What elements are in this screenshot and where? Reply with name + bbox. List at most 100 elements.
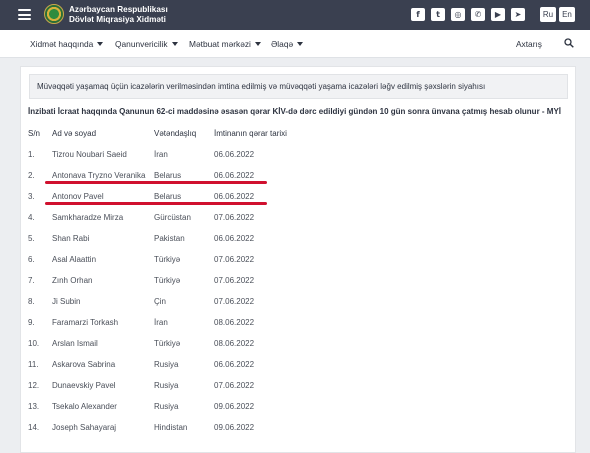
table-row: 9. Faramarzi Torkash İran 08.06.2022 (21, 312, 577, 333)
row-name: Zınh Orhan (52, 276, 93, 285)
lang-ru-button[interactable]: Ru (540, 7, 556, 22)
telegram-icon[interactable]: ➤ (511, 8, 525, 21)
row-name: Ji Subin (52, 297, 81, 306)
row-date: 09.06.2022 (214, 423, 255, 432)
row-date: 08.06.2022 (214, 339, 255, 348)
table-row: 7. Zınh Orhan Türkiyə 07.06.2022 (21, 270, 577, 291)
row-name: Samkharadze Mirza (52, 213, 124, 222)
notice-banner: Müvəqqəti yaşamaq üçün icazələrin verilm… (29, 74, 568, 99)
lang-en-button[interactable]: En (559, 7, 575, 22)
row-date: 07.06.2022 (214, 297, 255, 306)
menu-icon[interactable] (18, 9, 31, 20)
main-nav: Xidmət haqqında Qanunvericilik Mətbuat m… (0, 30, 590, 58)
row-citizenship: Türkiyə (154, 255, 181, 264)
table-row: 5. Shan Rabi Pakistan 06.06.2022 (21, 228, 577, 249)
row-name: Tsekalo Alexander (52, 402, 117, 411)
nav-label: Xidmət haqqında (30, 39, 94, 49)
row-name: Askarova Sabrina (52, 360, 116, 369)
row-name: Shan Rabi (52, 234, 90, 243)
nav-item-press[interactable]: Mətbuat mərkəzi (189, 39, 261, 49)
search-link[interactable]: Axtarış (516, 39, 542, 49)
search-icon[interactable] (564, 38, 574, 48)
column-header-date: İmtinanın qərar tarixi (214, 129, 287, 138)
row-name: Dunaevskiy Pavel (52, 381, 116, 390)
nav-label: Qanunvericilik (115, 39, 168, 49)
table-row: 1. Tizrou Noubari Saeid İran 06.06.2022 (21, 144, 577, 165)
row-citizenship: İran (154, 318, 168, 327)
row-citizenship: Çin (154, 297, 167, 306)
top-bar: Azərbaycan Respublikası Dövlət Miqrasiya… (0, 0, 590, 30)
row-date: 07.06.2022 (214, 213, 255, 222)
table-row: 14. Joseph Sahayaraj Hindistan 09.06.2022 (21, 417, 577, 438)
nav-item-legislation[interactable]: Qanunvericilik (115, 39, 178, 49)
table-row: 4. Samkharadze Mirza Gürcüstan 07.06.2022 (21, 207, 577, 228)
row-citizenship: Rusiya (154, 402, 179, 411)
emblem-logo[interactable] (44, 4, 64, 24)
row-name: Arslan Ismail (52, 339, 98, 348)
table-row: 11. Askarova Sabrina Rusiya 06.06.2022 (21, 354, 577, 375)
row-citizenship: Türkiyə (154, 276, 181, 285)
chevron-down-icon (97, 42, 104, 46)
twitter-icon[interactable]: t (431, 8, 445, 21)
column-header-name: Ad və soyad (52, 129, 97, 138)
legal-note: İnzibati İcraat haqqında Qanunun 62-ci m… (28, 107, 562, 116)
row-number: 3. (28, 192, 35, 201)
row-number: 13. (28, 402, 40, 411)
row-name: Joseph Sahayaraj (52, 423, 117, 432)
table-row: 8. Ji Subin Çin 07.06.2022 (21, 291, 577, 312)
whatsapp-icon[interactable]: ✆ (471, 8, 485, 21)
row-number: 11. (28, 360, 39, 369)
row-date: 07.06.2022 (214, 381, 255, 390)
nav-label: Mətbuat mərkəzi (189, 39, 251, 49)
brand-line-1: Azərbaycan Respublikası (69, 5, 168, 14)
row-number: 5. (28, 234, 35, 243)
highlight-underline (45, 181, 267, 184)
row-citizenship: İran (154, 150, 168, 159)
instagram-icon[interactable]: ◎ (451, 8, 465, 21)
row-number: 12. (28, 381, 40, 390)
youtube-icon[interactable]: ▶ (491, 8, 505, 21)
row-number: 7. (28, 276, 35, 285)
table-row: 12. Dunaevskiy Pavel Rusiya 07.06.2022 (21, 375, 577, 396)
column-header-citizenship: Vətəndaşlıq (154, 129, 197, 138)
nav-label: Əlaqə (271, 39, 294, 49)
row-number: 2. (28, 171, 35, 180)
row-name: Asal Alaattin (52, 255, 97, 264)
table-row: 10. Arslan Ismail Türkiyə 08.06.2022 (21, 333, 577, 354)
row-date: 06.06.2022 (214, 150, 255, 159)
nav-item-about[interactable]: Xidmət haqqında (30, 39, 104, 49)
row-number: 9. (28, 318, 35, 327)
row-date: 07.06.2022 (214, 255, 255, 264)
row-date: 09.06.2022 (214, 402, 255, 411)
content-card: Müvəqqəti yaşamaq üçün icazələrin verilm… (20, 66, 576, 453)
row-name: Tizrou Noubari Saeid (52, 150, 127, 159)
column-header-number: S/n (28, 129, 41, 138)
brand-title[interactable]: Azərbaycan Respublikası Dövlət Miqrasiya… (69, 5, 168, 25)
row-number: 1. (28, 150, 35, 159)
row-citizenship: Rusiya (154, 360, 179, 369)
nav-item-contact[interactable]: Əlaqə (271, 39, 304, 49)
chevron-down-icon (254, 42, 261, 46)
highlight-underline (45, 202, 267, 205)
row-number: 8. (28, 297, 35, 306)
row-number: 14. (28, 423, 40, 432)
row-number: 10. (28, 339, 40, 348)
row-number: 4. (28, 213, 35, 222)
facebook-icon[interactable]: f (411, 8, 425, 21)
row-date: 08.06.2022 (214, 318, 255, 327)
brand-line-2: Dövlət Miqrasiya Xidməti (69, 15, 166, 24)
row-date: 07.06.2022 (214, 276, 255, 285)
table-row: 3. Antonov Pavel Belarus 06.06.2022 (21, 186, 577, 207)
table-row: 2. Antonava Tryzno Veranika Belarus 06.06.2… (21, 165, 577, 186)
chevron-down-icon (297, 42, 304, 46)
row-number: 6. (28, 255, 35, 264)
table-row: 13. Tsekalo Alexander Rusiya 09.06.2022 (21, 396, 577, 417)
chevron-down-icon (171, 42, 178, 46)
table-row: 6. Asal Alaattin Türkiyə 07.06.2022 (21, 249, 577, 270)
row-citizenship: Gürcüstan (154, 213, 191, 222)
row-citizenship: Hindistan (154, 423, 188, 432)
row-date: 06.06.2022 (214, 360, 255, 369)
row-name: Faramarzi Torkash (52, 318, 119, 327)
row-citizenship: Pakistan (154, 234, 185, 243)
row-citizenship: Rusiya (154, 381, 179, 390)
